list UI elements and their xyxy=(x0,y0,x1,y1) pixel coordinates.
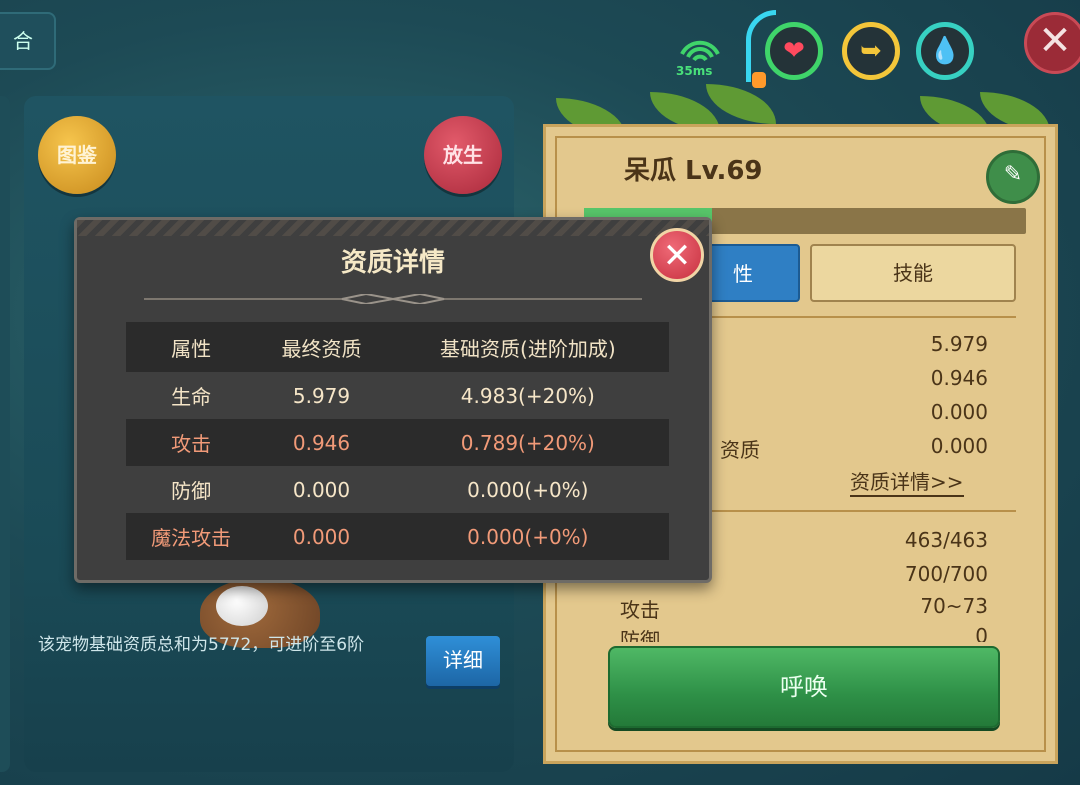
title-ornament xyxy=(144,294,642,304)
base-aptitude: 0.000(+0%) xyxy=(386,466,669,513)
aptitude-label: 资质 xyxy=(720,438,760,462)
leaf-decoration xyxy=(706,84,776,124)
column-header: 属性 xyxy=(126,322,257,372)
summon-button[interactable]: 呼唤 xyxy=(608,646,1000,728)
water-drop-icon[interactable]: 💧 xyxy=(916,22,974,80)
refresh-arrow-icon[interactable]: ➥ xyxy=(842,22,900,80)
tab-skills[interactable]: 技能 xyxy=(810,244,1016,302)
pet-egg xyxy=(216,586,268,626)
attr-name: 防御 xyxy=(126,466,257,513)
aptitude-value: 0.946 xyxy=(930,366,988,390)
final-aptitude: 0.946 xyxy=(256,419,387,466)
stat-value: 463/463 xyxy=(904,528,988,552)
stat-label: 防御 xyxy=(620,628,660,642)
aptitude-value: 0.000 xyxy=(930,434,988,458)
stat-value: 0 xyxy=(975,624,988,642)
final-aptitude: 5.979 xyxy=(256,372,387,419)
stat-value: 700/700 xyxy=(904,562,988,586)
tab-skills-label: 技能 xyxy=(893,261,933,285)
close-icon[interactable]: ✕ xyxy=(1024,12,1080,74)
detail-button-label: 详细 xyxy=(443,648,483,672)
pet-name: 呆瓜 Lv.69 xyxy=(624,156,763,186)
detail-button[interactable]: 详细 xyxy=(426,636,500,686)
dialog-pattern-band xyxy=(77,220,709,236)
aptitude-value: 0.000 xyxy=(930,400,988,424)
tab-partial-label: 合 xyxy=(13,29,33,53)
base-aptitude: 4.983(+20%) xyxy=(386,372,669,419)
latency-text: 35ms xyxy=(676,64,713,78)
summon-label: 呼唤 xyxy=(780,673,828,701)
final-aptitude: 0.000 xyxy=(256,466,387,513)
aptitude-table: 属性 最终资质 基础资质(进阶加成) 生命 5.979 4.983(+20%) … xyxy=(126,322,669,560)
advance-description: 该宠物基础资质总和为5772，可进阶至6阶 xyxy=(38,635,365,655)
hand-icon xyxy=(752,72,766,88)
tab-partial[interactable]: 合 xyxy=(0,12,56,70)
release-label: 放生 xyxy=(443,143,483,167)
tujian-button[interactable]: 图鉴 xyxy=(38,116,116,194)
stat-value: 70~73 xyxy=(920,594,988,618)
attr-name: 生命 xyxy=(126,372,257,419)
attr-name: 魔法攻击 xyxy=(126,513,257,560)
table-row: 生命 5.979 4.983(+20%) xyxy=(126,372,669,419)
table-row: 魔法攻击 0.000 0.000(+0%) xyxy=(126,513,669,560)
table-row: 攻击 0.946 0.789(+20%) xyxy=(126,419,669,466)
aptitude-detail-link[interactable]: 资质详情>> xyxy=(850,466,964,497)
final-aptitude: 0.000 xyxy=(256,513,387,560)
table-header-row: 属性 最终资质 基础资质(进阶加成) xyxy=(126,322,669,372)
close-icon[interactable]: ✕ xyxy=(650,228,704,282)
tujian-label: 图鉴 xyxy=(57,143,97,167)
heart-icon[interactable]: ❤ xyxy=(765,22,823,80)
dialog-title: 资质详情 xyxy=(340,248,445,278)
column-header: 最终资质 xyxy=(256,322,387,372)
left-side-strip xyxy=(0,96,10,772)
pencil-icon[interactable]: ✎ xyxy=(986,150,1040,204)
wifi-icon xyxy=(680,40,720,62)
stat-label: 攻击 xyxy=(620,598,660,622)
attr-name: 攻击 xyxy=(126,419,257,466)
tab-attributes-label: 性 xyxy=(733,262,753,286)
base-aptitude: 0.000(+0%) xyxy=(386,513,669,560)
aptitude-value: 5.979 xyxy=(930,332,988,356)
table-row: 防御 0.000 0.000(+0%) xyxy=(126,466,669,513)
base-aptitude: 0.789(+20%) xyxy=(386,419,669,466)
release-button[interactable]: 放生 xyxy=(424,116,502,194)
column-header: 基础资质(进阶加成) xyxy=(386,322,669,372)
